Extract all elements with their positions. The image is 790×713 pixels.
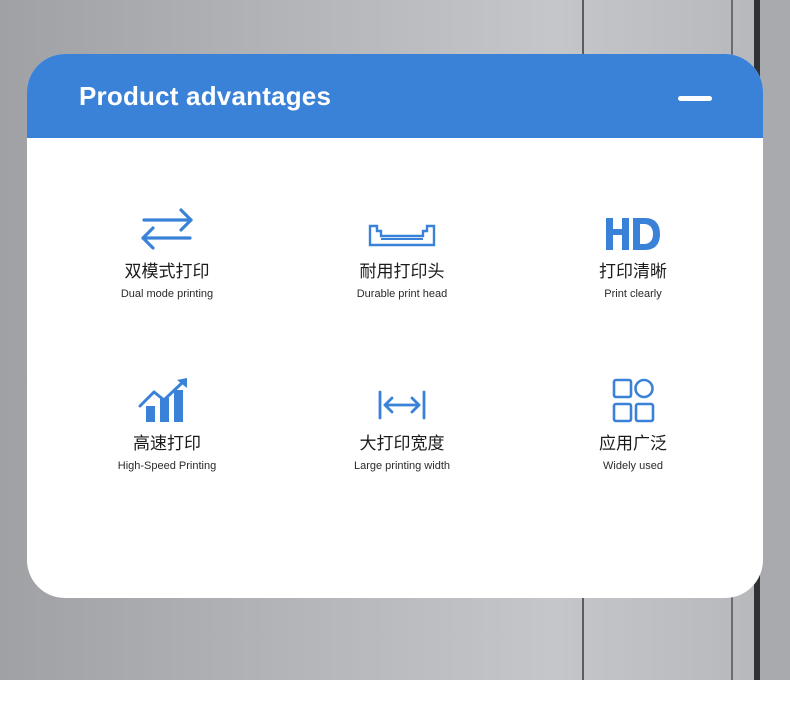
width-arrows-icon xyxy=(378,390,426,420)
feature-subtitle: Durable print head xyxy=(356,288,448,300)
feature-subtitle: Print clearly xyxy=(604,288,662,300)
feature-title: 打印清晰 xyxy=(599,262,667,281)
feature-subtitle: Large printing width xyxy=(353,460,450,472)
feature-print-clearly: 打印清晰 Print clearly xyxy=(523,204,743,301)
feature-title: 双模式打印 xyxy=(124,262,210,281)
feature-high-speed: 高速打印 High-Speed Printing xyxy=(57,376,277,473)
card-title: Product advantages xyxy=(79,81,332,111)
growth-chart-icon xyxy=(138,378,187,422)
product-advantages-card: Product advantages 双模式打印 Dual mode print… xyxy=(27,54,763,598)
feature-dual-mode: 双模式打印 Dual mode printing xyxy=(57,204,277,301)
feature-print-head: 耐用打印头 Durable print head xyxy=(292,204,512,301)
background-edge-panel xyxy=(760,0,790,680)
feature-widely-used: 应用广泛 Widely used xyxy=(523,376,743,473)
print-head-icon xyxy=(368,224,436,247)
feature-large-width: 大打印宽度 Large printing width xyxy=(292,376,512,473)
feature-subtitle: Dual mode printing xyxy=(120,288,214,300)
feature-title: 耐用打印头 xyxy=(359,262,445,281)
feature-title: 高速打印 xyxy=(133,434,201,453)
feature-title: 大打印宽度 xyxy=(359,434,445,453)
minimize-button[interactable] xyxy=(675,86,715,110)
swap-arrows-icon xyxy=(141,208,193,250)
feature-subtitle: Widely used xyxy=(603,460,663,472)
app-grid-icon xyxy=(612,378,655,423)
feature-title: 应用广泛 xyxy=(599,434,667,453)
hd-icon xyxy=(606,218,660,250)
feature-subtitle: High-Speed Printing xyxy=(117,460,217,472)
card-header: Product advantages xyxy=(27,54,763,138)
minus-icon xyxy=(678,96,712,101)
